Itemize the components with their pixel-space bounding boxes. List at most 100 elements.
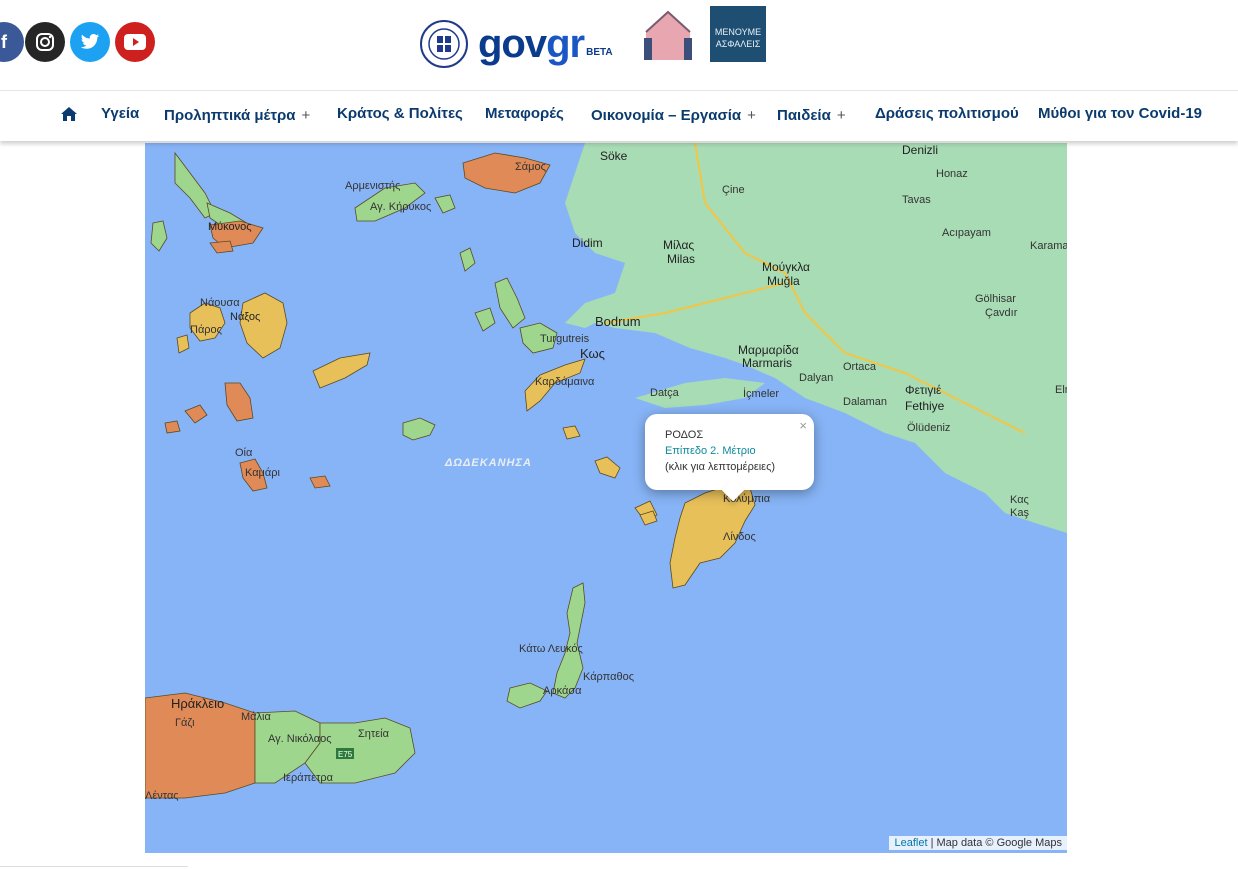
label-mugla-gr: Μούγκλα [762,260,810,274]
label-ortaca: Ortaca [843,361,877,373]
label-kato-lefkos: Κάτω Λευκός [519,643,583,655]
nav-item-ygeia[interactable]: Υγεία [101,105,139,122]
label-naousa: Νάουσα [200,297,240,309]
campaign2-line1: ΜΕΝΟΥΜΕ [714,27,762,37]
youtube-icon[interactable] [115,22,155,62]
popup-hint: (κλικ για λεπτομέρειες) [665,461,776,473]
label-milas-gr: Μίλας [663,238,694,252]
beta-badge: BETA [586,46,613,58]
label-didim: Didim [572,236,603,250]
label-fethiye-gr: Φετιγιέ [905,383,942,397]
label-agios-nikolaos: Αγ. Νικόλαος [268,733,332,745]
label-kos: Κως [580,346,605,361]
attribution-text: Map data © Google Maps [936,837,1062,849]
govgr-gr: gr [546,21,585,66]
label-dodecanese: ΔΩΔΕΚΑΝΗΣΑ [444,457,532,469]
submenu-plus-icon[interactable]: + [837,107,846,124]
submenu-plus-icon[interactable]: + [747,107,756,124]
govgr-wordmark: govgr [478,21,585,67]
attribution-separator: | [930,837,934,849]
instagram-icon[interactable] [25,22,65,62]
label-soke: Söke [600,149,628,163]
label-tavas: Tavas [902,194,931,206]
label-sitia: Σητεία [358,728,390,740]
nav-item-kratos[interactable]: Κράτος & Πολίτες [337,105,463,122]
twitter-glyph [80,34,100,49]
nav-label: Μύθοι για τον Covid-19 [1038,105,1203,122]
nav-label: Κράτος & Πολίτες [337,105,463,122]
footer-divider [0,866,188,867]
house-icon [644,10,692,60]
label-acipayam: Acıpayam [942,227,991,239]
label-kirikos: Αγ. Κήρυκος [370,201,431,213]
label-datca: Datça [650,387,680,399]
nav-item-metafores[interactable]: Μεταφορές [485,105,564,122]
menoume-spiti-logo[interactable] [640,8,696,62]
label-dalaman: Dalaman [843,396,887,408]
label-kardamaina: Καρδάμαινα [535,376,595,388]
map-attribution: Leaflet | Map data © Google Maps [889,836,1067,850]
label-armenistis: Αρμενιστής [345,180,400,192]
nav-label: Προληπτικά μέτρα [164,107,296,124]
label-lentas: Λέντας [145,790,179,802]
label-ierapetra: Ιεράπετρα [283,772,334,784]
label-oia: Οία [235,447,253,459]
nav-item-proliptika[interactable]: Προληπτικά μέτρα + [164,107,310,124]
nav-item-oikonomia[interactable]: Οικονομία – Εργασία + [591,107,756,124]
covid-map[interactable]: Σάμος Αρμενιστής Αγ. Κήρυκος Μύκονος Νάο… [145,143,1067,853]
label-milas: Milas [667,252,695,266]
label-kas: Kaş [1010,507,1029,519]
label-kas-gr: Κας [1010,494,1029,506]
popup-level-link[interactable]: Επίπεδο 2. Μέτριο [665,445,756,457]
label-mugla: Muğla [767,274,800,288]
home-icon[interactable] [60,106,78,126]
label-arkasa: Αρκάσα [543,685,582,697]
label-karaman: Karama [1030,240,1067,252]
label-cavdir: Çavdır [985,307,1018,319]
nav-label: Οικονομία – Εργασία [591,107,742,124]
nav-label: Υγεία [101,105,140,122]
nav-item-draseis[interactable]: Δράσεις πολιτισμού [875,105,1019,122]
submenu-plus-icon[interactable]: + [302,107,311,124]
label-samos: Σάμος [515,161,546,173]
menoume-asfaleis-logo[interactable]: ΜΕΝΟΥΜΕ ΑΣΦΑΛΕΙΣ [710,6,766,62]
label-marmaris: Marmaris [742,356,792,370]
leaflet-link[interactable]: Leaflet [894,837,927,849]
label-mykonos: Μύκονος [208,221,252,233]
rhodes-popup[interactable]: × ΡΟΔΟΣ Επίπεδο 2. Μέτριο (κλικ για λεπτ… [645,414,814,502]
label-lindos: Λίνδος [723,531,756,543]
instagram-glyph [36,33,54,51]
twitter-icon[interactable] [70,22,110,62]
campaign2-line2: ΑΣΦΑΛΕΙΣ [715,39,761,49]
facebook-icon[interactable]: f [0,22,24,62]
label-fethiye: Fethiye [905,399,945,413]
label-naxos: Νάξος [230,311,260,323]
nav-item-mythoi[interactable]: Μύθοι για τον Covid-19 [1038,105,1202,122]
govgr-gov: gov [478,21,547,66]
popup-title: ΡΟΔΟΣ [665,429,704,441]
label-icmeler: İçmeler [743,387,779,400]
label-paros: Πάρος [190,324,222,336]
label-golhisar: Gölhisar [975,293,1016,305]
main-nav: Υγεία Προληπτικά μέτρα + Κράτος & Πολίτες… [0,91,1238,141]
nav-item-paideia[interactable]: Παιδεία + [777,107,846,124]
close-icon[interactable]: × [799,418,807,433]
top-header: f govgr BETA ΜΕΝΟΥΜΕ ΑΣΦΑΛΕΙΣ [0,0,1238,90]
map-canvas[interactable]: Σάμος Αρμενιστής Αγ. Κήρυκος Μύκονος Νάο… [145,143,1067,853]
greek-emblem-icon [420,20,468,68]
nav-label: Δράσεις πολιτισμού [875,105,1019,122]
govgr-logo[interactable]: govgr BETA [420,14,613,74]
label-denizli: Denizli [902,143,938,157]
label-karpathos: Κάρπαθος [583,671,634,683]
label-marmaris-gr: Μαρμαρίδα [738,343,799,357]
label-honaz: Honaz [936,168,968,180]
youtube-glyph [124,34,146,50]
label-cine: Çine [722,184,745,196]
label-turgutreis: Turgutreis [540,333,590,345]
label-malia: Μάλια [241,711,271,723]
nav-label: Μεταφορές [485,105,564,122]
folegandros-island[interactable] [164,420,181,434]
label-elm: Elm [1055,384,1067,396]
label-dalyan: Dalyan [799,372,833,384]
label-oludeniz: Ölüdeniz [907,422,950,434]
